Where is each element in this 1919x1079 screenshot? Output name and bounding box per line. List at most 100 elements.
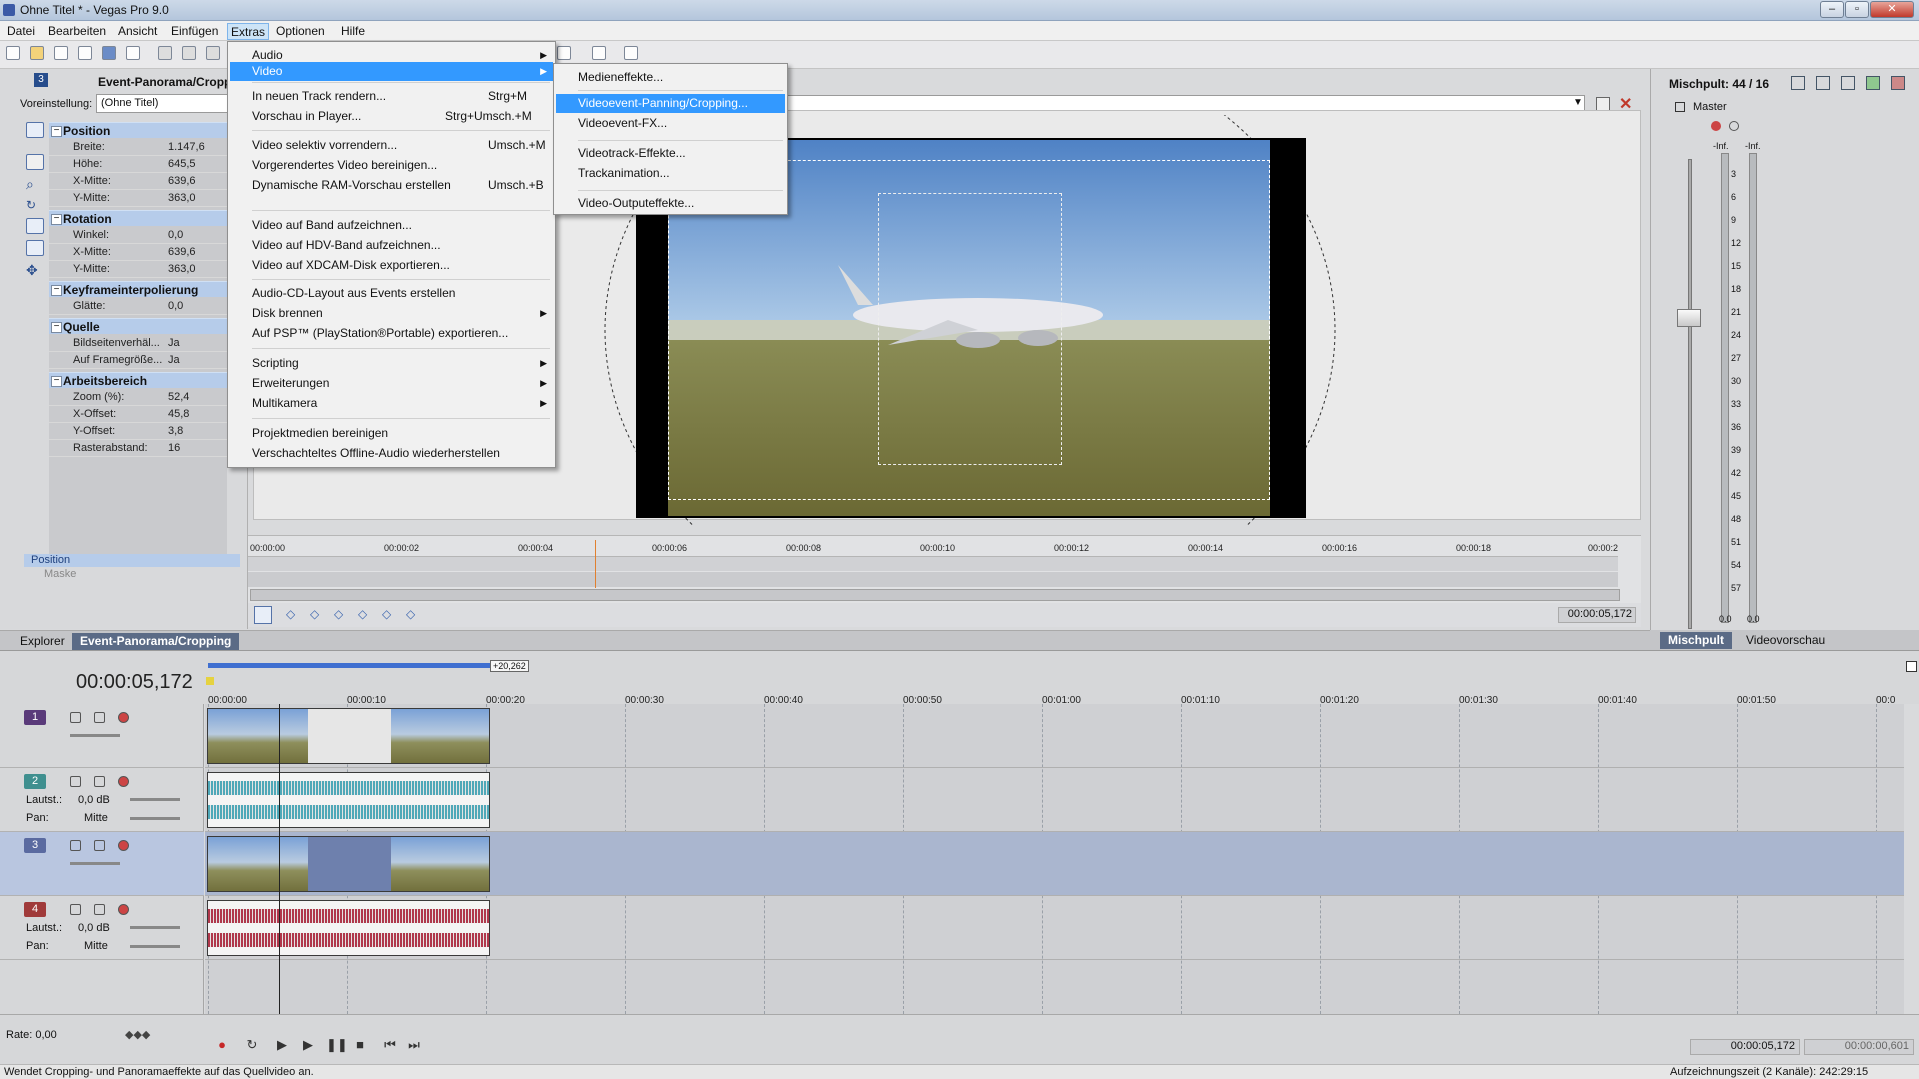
prop-row[interactable]: Glätte: 0,0	[49, 298, 227, 315]
prop-row[interactable]: X-Mitte: 639,6	[49, 173, 227, 190]
play-icon[interactable]: ▶	[300, 1037, 316, 1053]
master-fx-icon[interactable]	[1711, 121, 1721, 131]
track-header-2[interactable]: 2 Lautst.: 0,0 dB Pan: Mitte	[0, 768, 204, 832]
menu-datei[interactable]: Datei	[4, 23, 38, 40]
mask-lane[interactable]	[248, 572, 1618, 587]
mute-icon[interactable]	[70, 840, 81, 851]
render-icon[interactable]	[102, 46, 116, 60]
prop-row[interactable]: X-Offset: 45,8	[49, 406, 227, 423]
keyframe-timeline[interactable]: 00:00:00 00:00:02 00:00:04 00:00:06 00:0…	[248, 535, 1641, 605]
menu-item[interactable]: Vorschau in Player... Strg+Umsch.+M	[230, 107, 553, 126]
lane-position-label[interactable]: Position	[24, 554, 240, 567]
zoom-tool-icon[interactable]: ⌕	[26, 176, 44, 192]
menu-extras[interactable]: Extras	[227, 23, 270, 40]
copy-icon[interactable]	[182, 46, 196, 60]
submenu-item[interactable]: Trackanimation...	[556, 164, 785, 183]
menu-item[interactable]: In neuen Track rendern... Strg+M	[230, 87, 553, 106]
section-arbeitsbereich[interactable]: Arbeitsbereich	[49, 372, 227, 388]
section-keyframe[interactable]: Keyframeinterpolierung	[49, 281, 227, 297]
next-keyframe-icon[interactable]: ◇	[334, 607, 343, 621]
prop-row[interactable]: X-Mitte: 639,6	[49, 244, 227, 261]
pause-icon[interactable]: ❚❚	[326, 1037, 348, 1053]
master-mute-icon[interactable]	[1729, 121, 1739, 131]
track-header-1[interactable]: 1	[0, 704, 204, 768]
volume-slider[interactable]	[130, 798, 180, 801]
menu-item[interactable]: Audio-CD-Layout aus Events erstellen	[230, 284, 553, 303]
prop-row[interactable]: Breite: 1.147,6	[49, 139, 227, 156]
save-preset-icon[interactable]	[1596, 97, 1610, 111]
master-fader-handle[interactable]	[1677, 309, 1701, 327]
move-freely-icon[interactable]: ✥	[26, 262, 44, 278]
lane-mask-label[interactable]: Maske	[24, 568, 240, 581]
submenu-item[interactable]: Medieneffekte...	[556, 68, 785, 87]
properties-icon[interactable]	[126, 46, 140, 60]
submenu-item[interactable]: Videoevent-FX...	[556, 114, 785, 133]
go-to-end-icon[interactable]: ⏭	[406, 1037, 422, 1053]
maximize-button[interactable]: ▫	[1845, 1, 1869, 18]
prop-row[interactable]: Y-Mitte: 363,0	[49, 261, 227, 278]
horizontal-scrollbar[interactable]	[250, 589, 1620, 601]
playhead-cursor[interactable]	[279, 704, 280, 1014]
volume-slider[interactable]	[130, 926, 180, 929]
downmix-icon[interactable]	[1816, 76, 1830, 90]
prev-keyframe-icon[interactable]: ◇	[310, 607, 319, 621]
menu-item[interactable]: Video ▶	[230, 62, 553, 81]
open-icon[interactable]	[30, 46, 44, 60]
snapshot-icon[interactable]	[557, 46, 571, 60]
prop-row[interactable]: Winkel: 0,0	[49, 227, 227, 244]
expand-icon[interactable]	[1906, 661, 1917, 672]
pan-slider[interactable]	[130, 817, 180, 820]
menu-item[interactable]: Erweiterungen ▶	[230, 374, 553, 393]
minimize-button[interactable]: –	[1820, 1, 1844, 18]
section-rotation[interactable]: Rotation	[49, 210, 227, 226]
normal-edit-tool-icon[interactable]	[26, 122, 44, 138]
mixer-props-icon[interactable]	[1791, 76, 1805, 90]
opacity-slider[interactable]	[70, 862, 120, 865]
rotate-tool-icon[interactable]: ↻	[26, 198, 44, 214]
mute-icon[interactable]	[70, 712, 81, 723]
position-lane[interactable]	[248, 556, 1618, 571]
tab-explorer[interactable]: Explorer	[12, 633, 73, 650]
menu-item[interactable]: Video auf XDCAM-Disk exportieren...	[230, 256, 553, 275]
fx-icon[interactable]	[118, 840, 129, 851]
help-icon[interactable]	[624, 46, 638, 60]
menu-item[interactable]: Multikamera ▶	[230, 394, 553, 413]
chevron-down-icon[interactable]: ▼	[1573, 97, 1583, 108]
prop-row[interactable]: Zoom (%): 52,4	[49, 389, 227, 406]
tab-pancrop[interactable]: Event-Panorama/Cropping	[72, 633, 240, 650]
insert-fx-icon[interactable]	[1891, 76, 1905, 90]
delete-keyframe-icon[interactable]: ◇	[406, 607, 415, 621]
close-button[interactable]: ✕	[1870, 1, 1914, 18]
new-icon[interactable]	[6, 46, 20, 60]
menu-item[interactable]: Dynamische RAM-Vorschau erstellen Umsch.+…	[230, 176, 553, 195]
prop-row[interactable]: Auf Framegröße... Ja	[49, 352, 227, 369]
add-keyframe-icon[interactable]: ◇	[382, 607, 391, 621]
prop-row[interactable]: Rasterabstand: 16	[49, 440, 227, 457]
prop-row[interactable]: Y-Mitte: 363,0	[49, 190, 227, 207]
mute-icon[interactable]	[70, 776, 81, 787]
fx-icon[interactable]	[118, 904, 129, 915]
first-keyframe-icon[interactable]: ◇	[286, 607, 295, 621]
solo-icon[interactable]	[94, 904, 105, 915]
menu-einfuegen[interactable]: Einfügen	[168, 23, 221, 40]
paste-icon[interactable]	[206, 46, 220, 60]
menu-item[interactable]: Scripting ▶	[230, 354, 553, 373]
mute-icon[interactable]	[70, 904, 81, 915]
menu-item[interactable]: Projektmedien bereinigen	[230, 424, 553, 443]
scale-about-center-icon[interactable]	[26, 240, 44, 256]
cut-icon[interactable]	[158, 46, 172, 60]
track-header-3[interactable]: 3	[0, 832, 204, 896]
edit-tool-icon[interactable]	[592, 46, 606, 60]
media-event[interactable]	[207, 772, 490, 828]
submenu-item[interactable]: Video-Outputeffekte...	[556, 194, 785, 213]
insert-bus-icon[interactable]	[1866, 76, 1880, 90]
submenu-item[interactable]: Videoevent-Panning/Cropping...	[556, 94, 785, 113]
rate-slider[interactable]: ◆◆◆	[125, 1028, 150, 1041]
prop-row[interactable]: Bildseitenverhäl... Ja	[49, 335, 227, 352]
fx-icon[interactable]	[118, 776, 129, 787]
solo-icon[interactable]	[94, 712, 105, 723]
select-tool-icon[interactable]	[26, 154, 44, 170]
stop-icon[interactable]: ■	[352, 1037, 368, 1053]
menu-hilfe[interactable]: Hilfe	[338, 23, 368, 40]
solo-icon[interactable]	[94, 776, 105, 787]
